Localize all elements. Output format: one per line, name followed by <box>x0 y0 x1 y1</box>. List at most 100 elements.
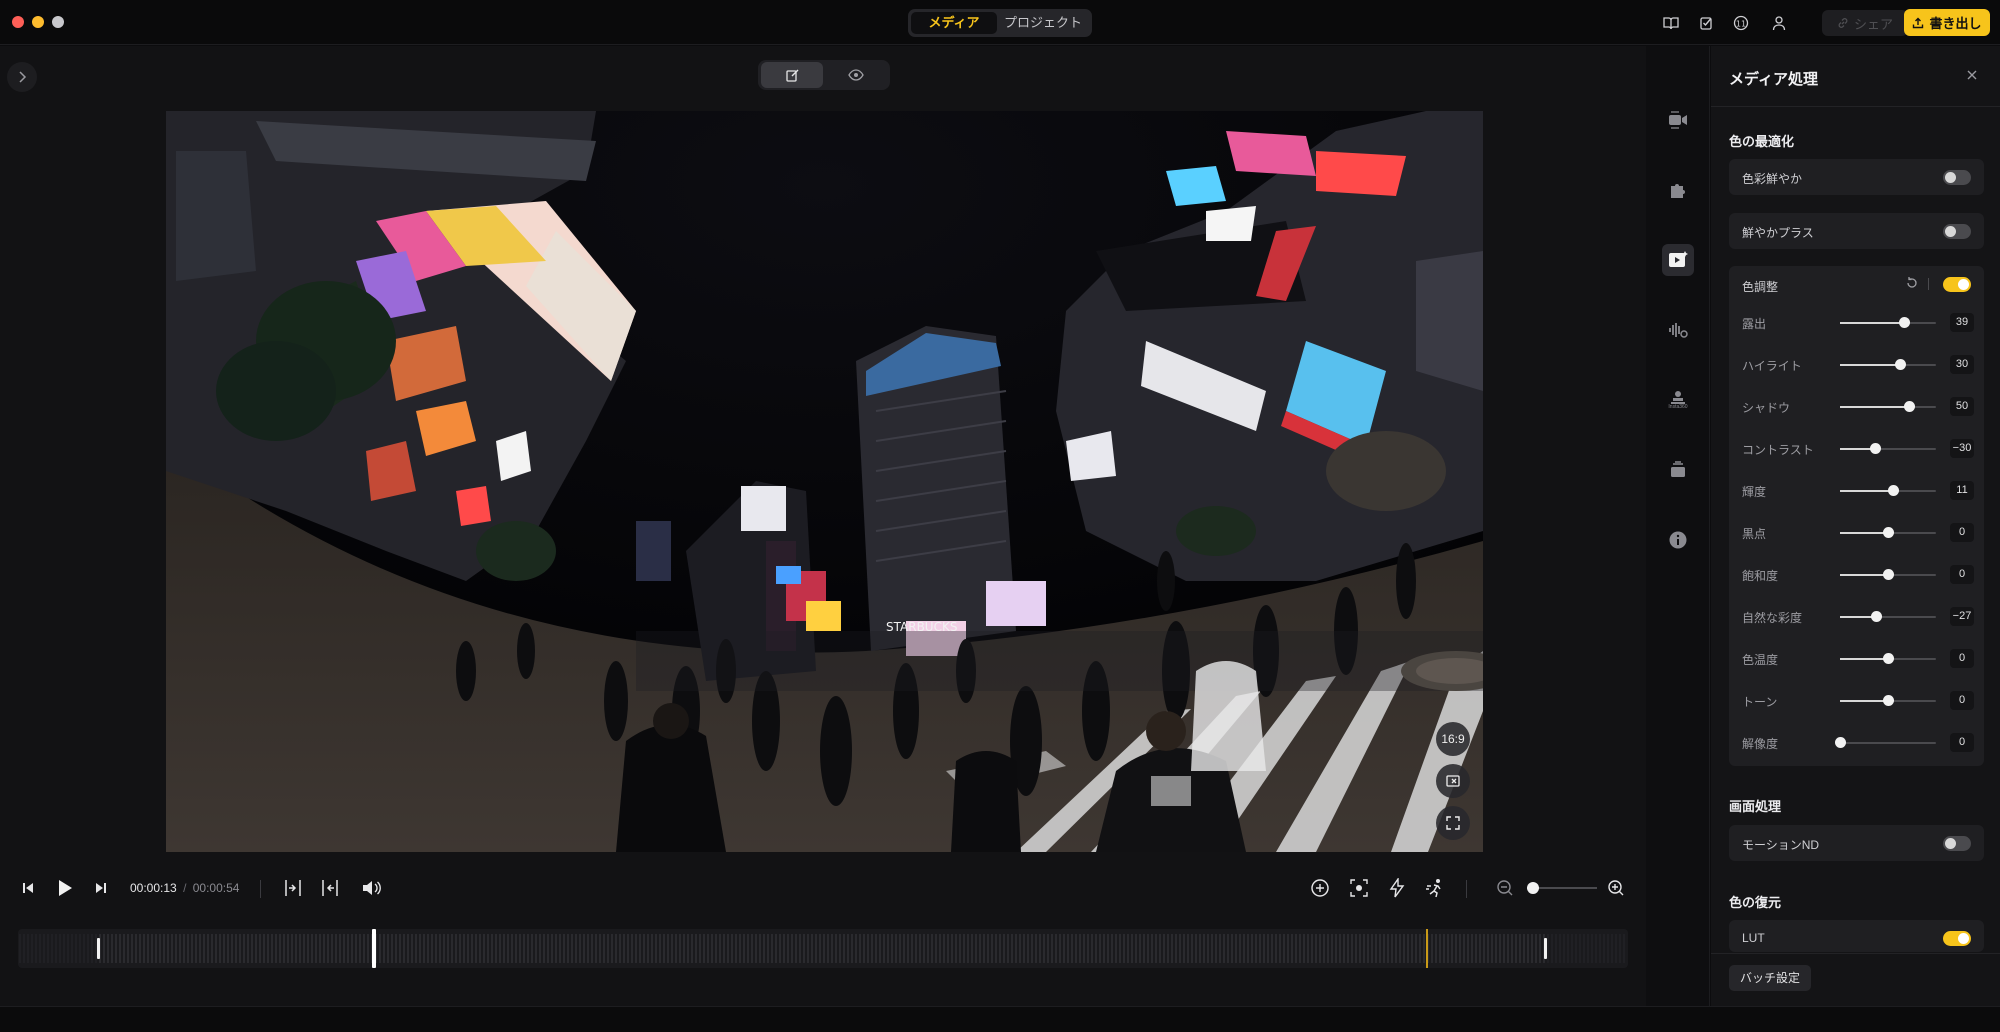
slider-track[interactable] <box>1840 443 1936 454</box>
tool-color-effects[interactable] <box>1662 244 1694 276</box>
slider-track[interactable] <box>1840 317 1936 328</box>
slider-value-field[interactable]: 0 <box>1950 691 1974 710</box>
tab-media[interactable]: メディア <box>911 12 997 34</box>
slider-track[interactable] <box>1840 527 1936 538</box>
tool-info[interactable] <box>1662 524 1694 556</box>
flash-button[interactable] <box>1384 875 1410 901</box>
color-adjust-label: 色調整 <box>1742 280 1779 294</box>
reset-button[interactable] <box>1905 276 1921 292</box>
skip-back-button[interactable] <box>15 875 41 901</box>
export-button[interactable]: 書き出し <box>1904 9 1990 36</box>
motion-nd-toggle[interactable] <box>1943 836 1971 851</box>
slider-track[interactable] <box>1840 485 1936 496</box>
book-icon[interactable] <box>1660 12 1682 34</box>
skip-forward-button[interactable] <box>88 875 114 901</box>
slider-thumb[interactable] <box>1883 653 1894 664</box>
slider-track[interactable] <box>1840 695 1936 706</box>
add-circle-icon <box>1311 879 1329 897</box>
lut-toggle[interactable] <box>1943 931 1971 946</box>
minimize-window-button[interactable] <box>32 16 44 28</box>
slider-value-field[interactable]: 11 <box>1950 481 1974 500</box>
timeline-waveform <box>19 934 1625 963</box>
section-screen-processing: 画面処理 <box>1729 799 1782 814</box>
checklist-icon[interactable] <box>1696 12 1718 34</box>
motion-effect-button[interactable] <box>1422 875 1448 901</box>
preview-view-button[interactable] <box>825 62 887 88</box>
divider <box>1466 880 1467 898</box>
color-adjust-toggle[interactable] <box>1943 277 1971 292</box>
volume-icon <box>363 881 381 895</box>
aspect-ratio-button[interactable]: 16:9 <box>1436 722 1470 756</box>
slider-track[interactable] <box>1840 359 1936 370</box>
slider-thumb[interactable] <box>1870 611 1882 622</box>
user-icon[interactable] <box>1768 12 1790 34</box>
slider-value-field[interactable]: 39 <box>1950 313 1974 332</box>
motion-nd-label: モーションND <box>1742 838 1820 852</box>
ai-track-button[interactable] <box>1346 875 1372 901</box>
help-icon[interactable]: 11 <box>1730 12 1752 34</box>
vivid-plus-label: 鮮やかプラス <box>1742 226 1814 240</box>
slider-track[interactable] <box>1840 611 1936 622</box>
slider-thumb[interactable] <box>1883 695 1894 706</box>
slider-value-field[interactable]: −27 <box>1950 607 1974 626</box>
slider-thumb[interactable] <box>1883 569 1894 580</box>
slider-thumb[interactable] <box>1883 527 1894 538</box>
share-label: シェア <box>1853 16 1893 32</box>
expand-sidebar-button[interactable] <box>7 62 37 92</box>
slider-thumb[interactable] <box>1895 359 1907 370</box>
play-button[interactable] <box>52 875 78 901</box>
tab-project[interactable]: プロジェクト <box>998 12 1088 34</box>
video-preview[interactable]: STARBUCKS <box>166 111 1483 852</box>
chevron-right-icon <box>19 71 27 83</box>
fullscreen-button[interactable] <box>1436 806 1470 840</box>
volume-button[interactable] <box>358 875 384 901</box>
slider-value-field[interactable]: 50 <box>1950 397 1974 416</box>
timeline-track[interactable] <box>18 929 1628 968</box>
puzzle-icon <box>1671 184 1685 198</box>
slider-track[interactable] <box>1835 737 1936 748</box>
trim-start-handle[interactable] <box>97 938 100 959</box>
zoom-in-icon <box>1608 880 1624 896</box>
slider-track[interactable] <box>1840 401 1936 412</box>
batch-settings-button[interactable]: バッチ設定 <box>1729 965 1812 991</box>
tool-audio[interactable] <box>1662 314 1694 346</box>
slider-value-field[interactable]: 0 <box>1950 565 1974 584</box>
zoom-out-button[interactable] <box>1492 875 1518 901</box>
tool-insta360[interactable]: Insta360 <box>1662 384 1694 416</box>
slider-value-field[interactable]: 0 <box>1950 649 1974 668</box>
slider-value-field[interactable]: 30 <box>1950 355 1974 374</box>
slider-thumb[interactable] <box>1904 401 1916 412</box>
crop-toggle-button[interactable] <box>1436 764 1470 798</box>
vivid-toggle[interactable] <box>1943 170 1971 185</box>
slider-thumb[interactable] <box>1835 737 1846 748</box>
zoom-window-button[interactable] <box>52 16 64 28</box>
vivid-plus-toggle[interactable] <box>1943 224 1971 239</box>
stack-icon <box>1671 461 1685 477</box>
slider-thumb[interactable] <box>1899 317 1911 328</box>
trim-end-handle[interactable] <box>1544 938 1547 959</box>
tool-video[interactable] <box>1662 104 1694 136</box>
slider-value-field[interactable]: 0 <box>1950 733 1974 752</box>
slider-value-field[interactable]: −30 <box>1950 439 1974 458</box>
zoom-in-button[interactable] <box>1603 875 1629 901</box>
tool-plugins[interactable] <box>1662 174 1694 206</box>
zoom-slider-thumb[interactable] <box>1527 882 1539 894</box>
zoom-slider[interactable] <box>1527 882 1597 894</box>
slider-row: 解像度 0 <box>1729 722 1984 764</box>
status-bar <box>0 1006 2000 1032</box>
edit-view-button[interactable] <box>761 62 823 88</box>
trim-in-button[interactable] <box>280 875 306 901</box>
tool-batch[interactable] <box>1662 454 1694 486</box>
vivid-row: 色彩鮮やか <box>1729 159 1984 195</box>
slider-thumb[interactable] <box>1887 485 1899 496</box>
slider-thumb[interactable] <box>1869 443 1881 454</box>
trim-out-button[interactable] <box>317 875 343 901</box>
slider-value-field[interactable]: 0 <box>1950 523 1974 542</box>
close-window-button[interactable] <box>12 16 24 28</box>
add-keyframe-button[interactable] <box>1307 875 1333 901</box>
playhead[interactable] <box>372 929 377 968</box>
share-button[interactable]: シェア <box>1822 10 1908 36</box>
slider-track[interactable] <box>1840 653 1936 664</box>
slider-track[interactable] <box>1840 569 1936 580</box>
panel-close-button[interactable] <box>1965 68 1981 84</box>
